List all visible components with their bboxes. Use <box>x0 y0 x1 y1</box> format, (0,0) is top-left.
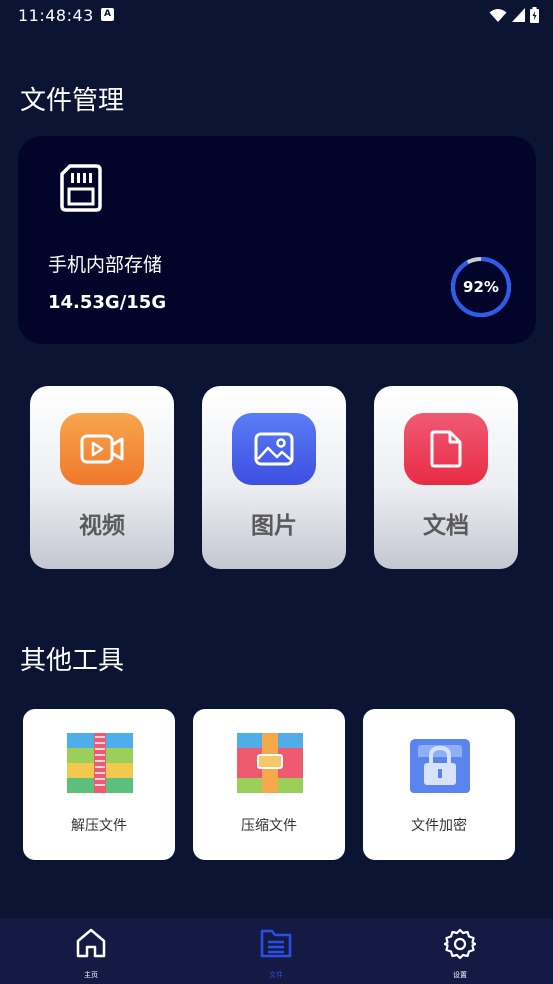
unzip-archive-icon <box>67 733 133 793</box>
other-tools-title: 其他工具 <box>20 646 125 676</box>
video-icon <box>80 434 124 464</box>
wifi-icon <box>489 8 507 22</box>
category-image-label: 图片 <box>251 513 297 539</box>
category-video-label: 视频 <box>79 513 125 539</box>
lock-folder-icon <box>410 739 470 793</box>
category-document[interactable]: 文档 <box>374 386 518 569</box>
storage-name: 手机内部存储 <box>48 254 163 276</box>
category-document-label: 文档 <box>423 513 469 539</box>
tool-unzip-label: 解压文件 <box>71 818 127 834</box>
compress-archive-icon <box>237 733 303 793</box>
image-icon-box <box>232 413 316 485</box>
nav-settings-label: 设置 <box>453 971 467 979</box>
battery-icon <box>530 7 539 23</box>
file-manager-title: 文件管理 <box>20 86 125 116</box>
storage-percent-label: 92% <box>463 278 499 296</box>
status-bar: 11:48:43 A <box>0 0 553 32</box>
nav-home[interactable]: 主页 <box>51 928 131 984</box>
home-icon <box>76 928 106 958</box>
a-icon: A <box>101 8 114 21</box>
nav-files-label: 文件 <box>269 971 283 979</box>
tool-compress-label: 压缩文件 <box>241 818 297 834</box>
tool-unzip[interactable]: 解压文件 <box>23 709 175 860</box>
category-image[interactable]: 图片 <box>202 386 346 569</box>
app-screen: 11:48:43 A 文件管理 手机内部存储 14.53G/15G 92% 视频… <box>0 0 553 984</box>
tool-encrypt-label: 文件加密 <box>411 818 467 834</box>
nav-files[interactable]: 文件 <box>236 928 316 984</box>
document-icon <box>430 430 462 468</box>
tool-compress[interactable]: 压缩文件 <box>193 709 345 860</box>
video-icon-box <box>60 413 144 485</box>
storage-size: 14.53G/15G <box>48 292 167 313</box>
tool-encrypt[interactable]: 文件加密 <box>363 709 515 860</box>
sd-card-icon <box>60 164 102 212</box>
bottom-navigation: 主页 文件 设置 <box>0 918 553 984</box>
files-icon <box>260 929 292 958</box>
nav-settings[interactable]: 设置 <box>420 928 500 984</box>
signal-icon <box>512 8 525 22</box>
status-icons <box>489 7 539 23</box>
gear-icon <box>444 928 476 960</box>
document-icon-box <box>404 413 488 485</box>
image-icon <box>254 432 294 466</box>
category-video[interactable]: 视频 <box>30 386 174 569</box>
storage-card[interactable]: 手机内部存储 14.53G/15G 92% <box>18 136 536 344</box>
nav-home-label: 主页 <box>84 971 98 979</box>
status-time: 11:48:43 <box>18 6 94 25</box>
